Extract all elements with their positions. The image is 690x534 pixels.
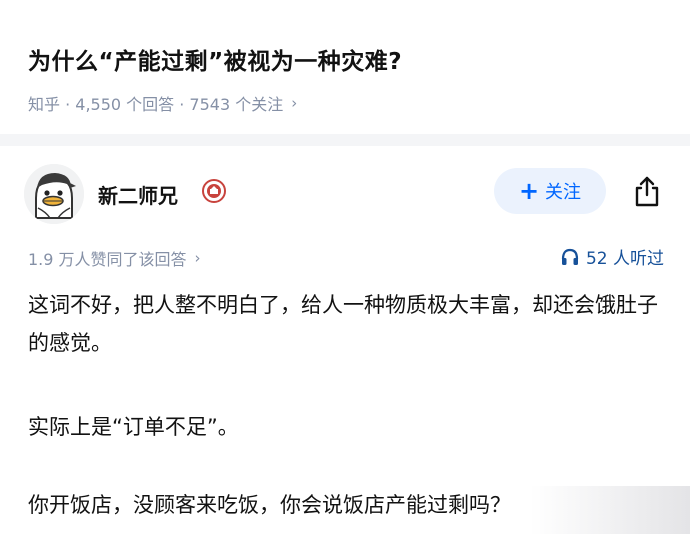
headphones-icon xyxy=(561,248,579,265)
badge-icon[interactable] xyxy=(202,179,226,203)
duck-avatar-icon xyxy=(24,164,84,224)
answer-paragraph: 这词不好，把人整不明白了，给人一种物质极大丰富，却还会饿肚子的感觉。 xyxy=(28,293,658,355)
answer-card: 新二师兄 + 关注 1.9 万人赞同了该回答 › 52 人听过 这词不好，把人整… xyxy=(0,146,690,534)
author-name[interactable]: 新二师兄 xyxy=(98,180,178,209)
chevron-right-icon: › xyxy=(194,249,201,267)
avatar[interactable] xyxy=(24,164,84,224)
question-header: 为什么“产能过剩”被视为一种灾难? 知乎 · 4,550 个回答 · 7543 … xyxy=(0,0,690,134)
listen-count[interactable]: 52 人听过 xyxy=(560,244,664,269)
chevron-right-icon: › xyxy=(291,94,298,112)
share-icon[interactable] xyxy=(630,174,664,208)
answer-paragraph: 实际上是“订单不足”。 xyxy=(28,415,239,439)
watermark-fade xyxy=(530,486,690,534)
question-title[interactable]: 为什么“产能过剩”被视为一种灾难? xyxy=(28,42,402,76)
likes-text: 1.9 万人赞同了该回答 xyxy=(28,250,187,269)
follow-label: 关注 xyxy=(545,182,582,203)
question-meta[interactable]: 知乎 · 4,550 个回答 · 7543 个关注 › xyxy=(28,91,297,115)
section-divider xyxy=(0,134,690,146)
question-meta-text: 知乎 · 4,550 个回答 · 7543 个关注 xyxy=(28,95,284,114)
listen-text: 52 人听过 xyxy=(585,249,664,269)
follow-button[interactable]: + 关注 xyxy=(494,168,606,214)
plus-icon: + xyxy=(518,177,540,205)
likes-count[interactable]: 1.9 万人赞同了该回答 › xyxy=(28,246,201,270)
